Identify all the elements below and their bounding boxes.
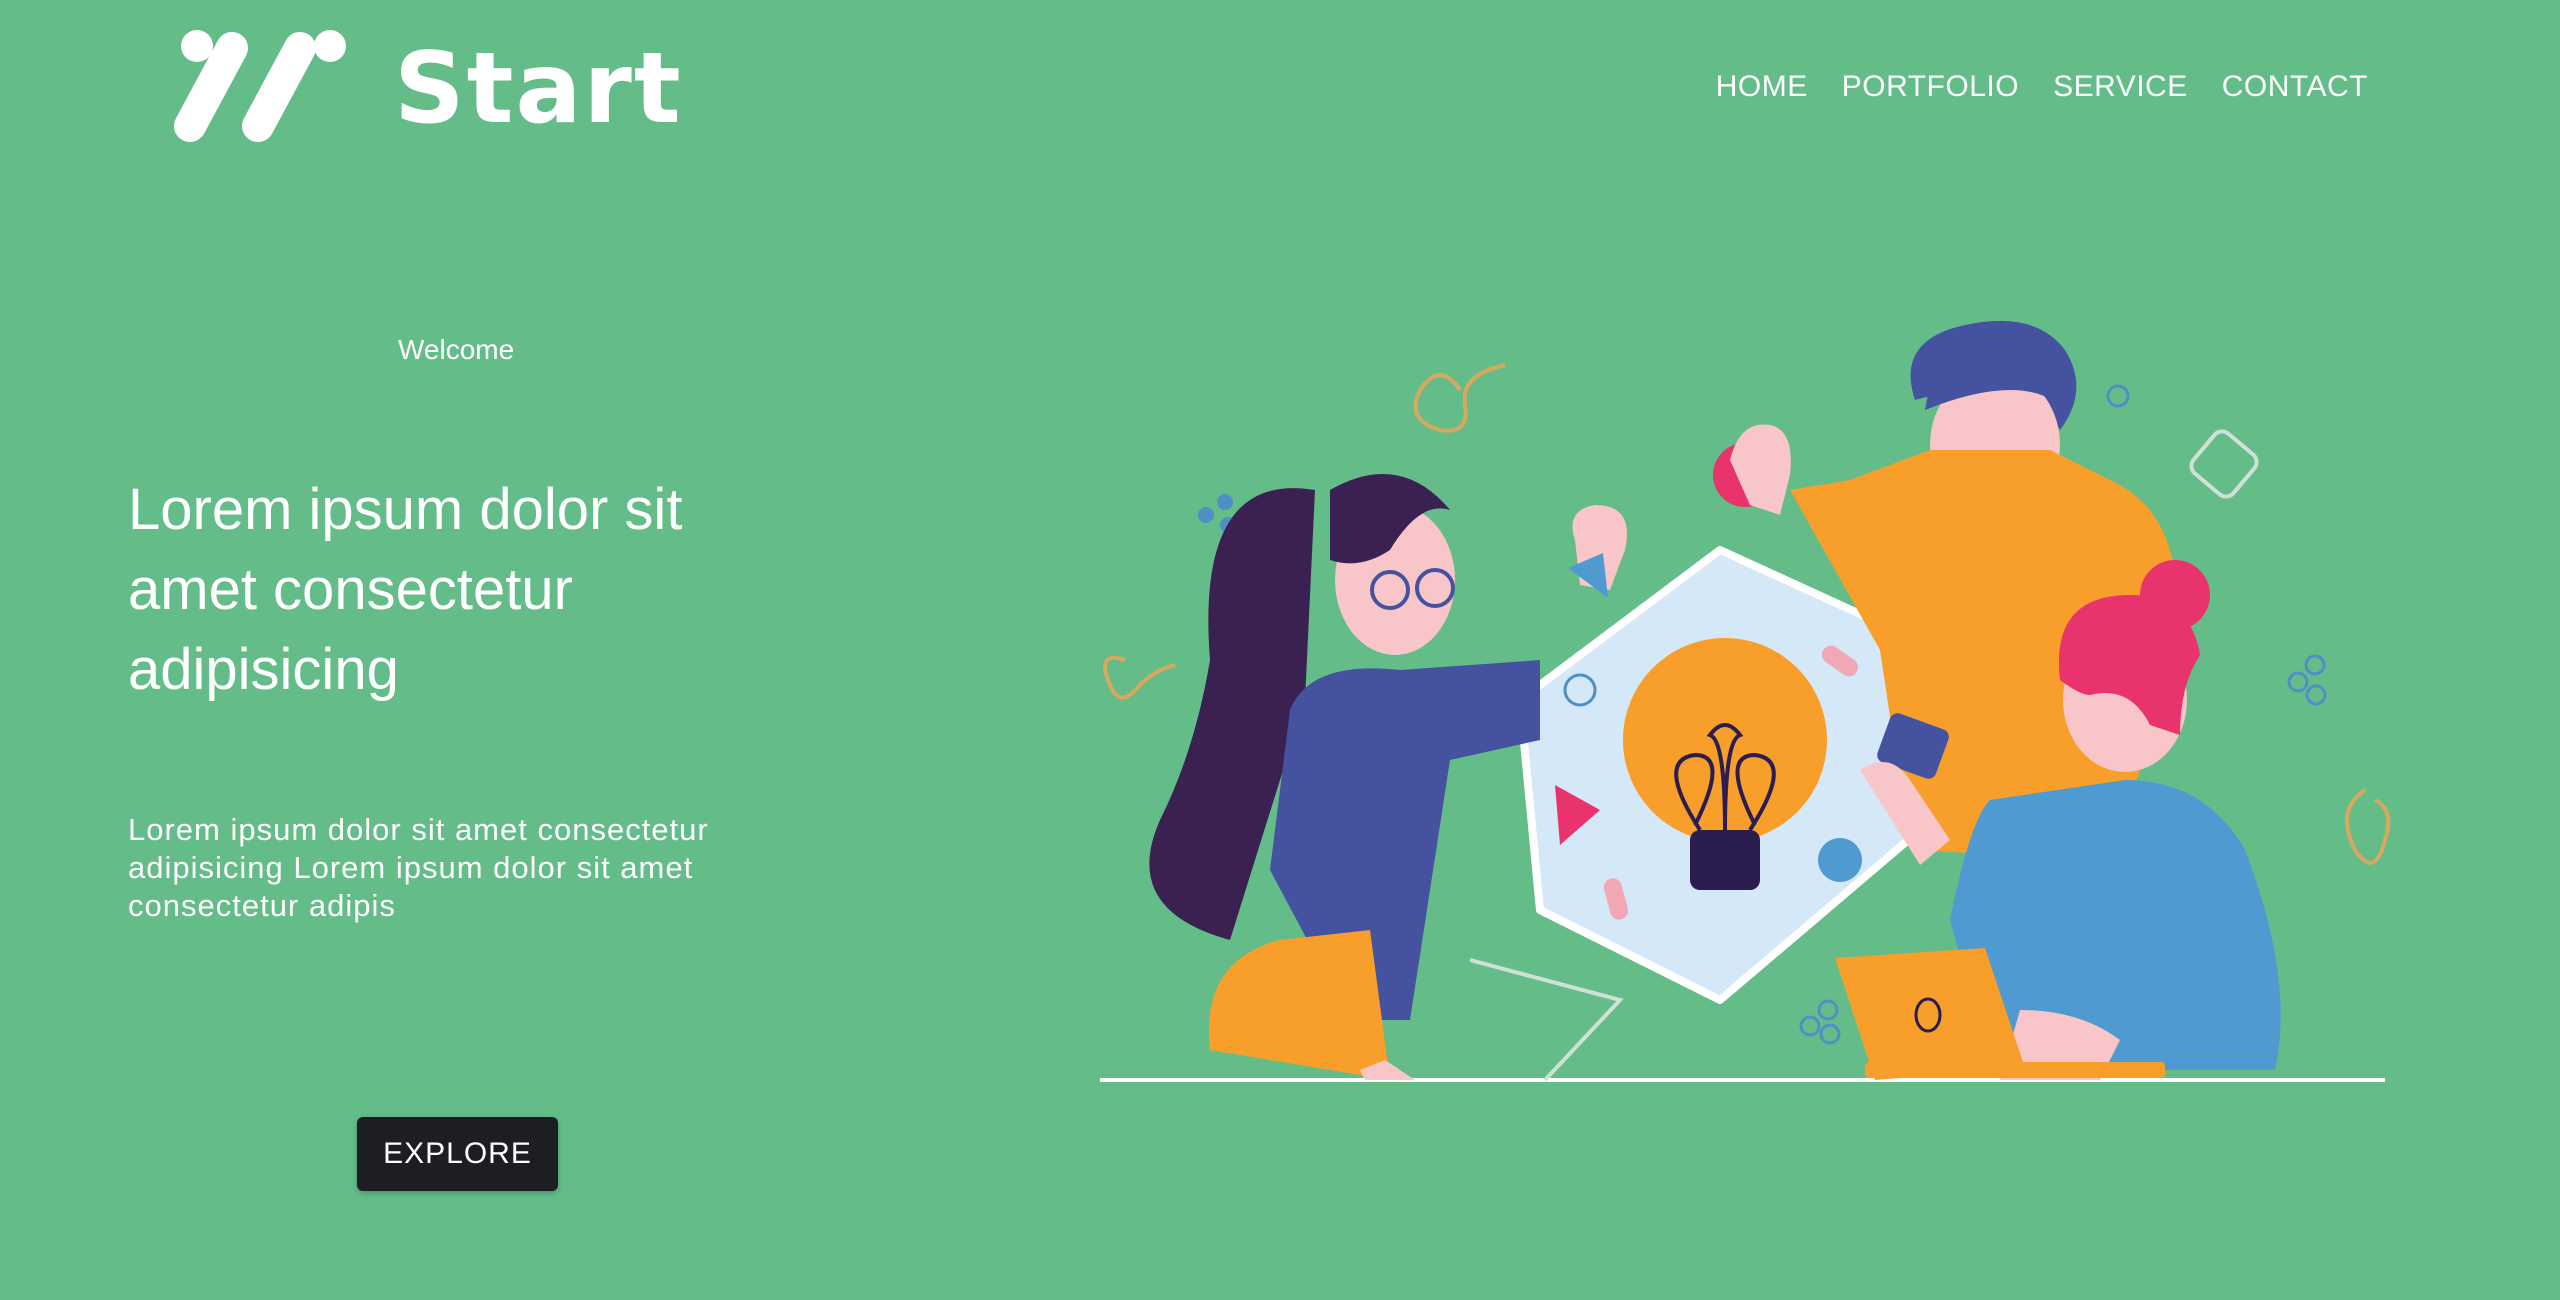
nav-home[interactable]: HOME [1716, 70, 1808, 104]
brand-name: Start [394, 31, 683, 146]
explore-button[interactable]: EXPLORE [357, 1117, 558, 1191]
hero-eyebrow: Welcome [398, 334, 515, 365]
hero-headline: Lorem ipsum dolor sit amet consectetur a… [128, 477, 683, 702]
slash-logo-icon [174, 30, 346, 142]
nav-contact[interactable]: CONTACT [2222, 70, 2368, 104]
brand-logo[interactable]: Start [172, 26, 683, 151]
nav-service[interactable]: SERVICE [2053, 70, 2188, 104]
main-nav: HOME PORTFOLIO SERVICE CONTACT [1716, 70, 2368, 104]
landing-page: Start HOME PORTFOLIO SERVICE CONTACT Wel… [0, 0, 2560, 1300]
nav-portfolio[interactable]: PORTFOLIO [1842, 70, 2019, 104]
hero-body-text: Lorem ipsum dolor sit amet consectetur a… [128, 812, 709, 923]
team-idea-illustration [1100, 320, 2391, 1082]
